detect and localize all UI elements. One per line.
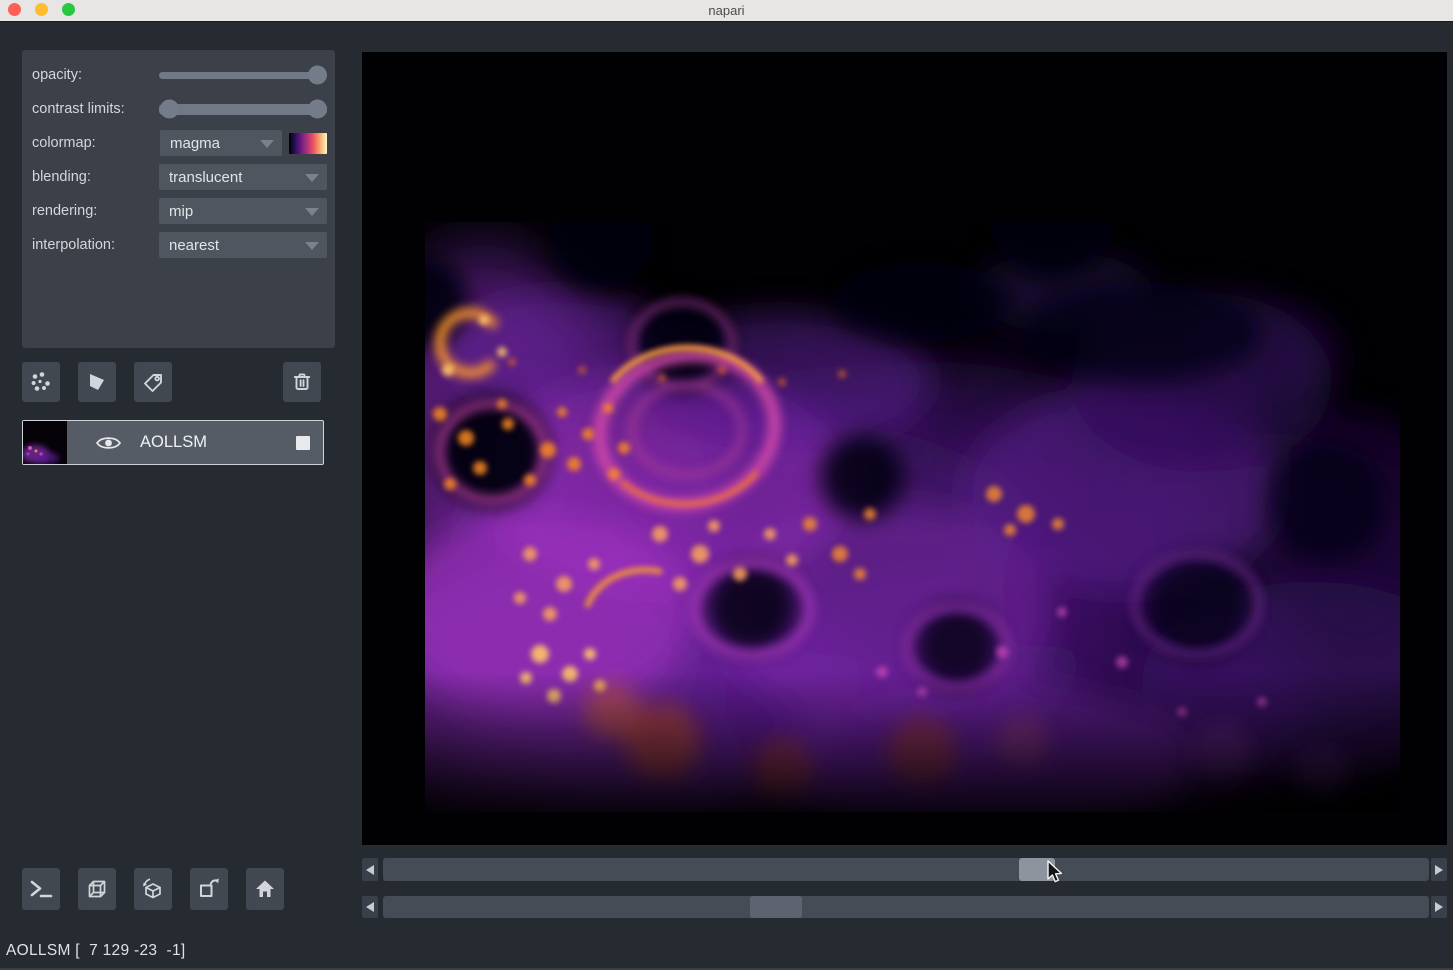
- home-icon: [253, 877, 277, 901]
- colormap-label: colormap:: [32, 135, 160, 151]
- layer-list-item-aollsm[interactable]: AOLLSM: [22, 420, 324, 465]
- rendering-dropdown[interactable]: mip: [159, 198, 327, 224]
- colormap-value: magma: [170, 135, 220, 152]
- dim1-slider-track[interactable]: [383, 896, 1429, 918]
- interpolation-label: interpolation:: [32, 237, 159, 253]
- dim1-slider-handle[interactable]: [750, 896, 802, 918]
- layer-selected-indicator[interactable]: [296, 436, 310, 450]
- new-labels-button[interactable]: [134, 362, 172, 402]
- roll-dimensions-icon: [140, 876, 166, 902]
- window-title: napari: [0, 3, 1453, 18]
- new-shapes-button[interactable]: [78, 362, 116, 402]
- home-button[interactable]: [246, 868, 284, 910]
- blending-label: blending:: [32, 169, 159, 185]
- blending-value: translucent: [169, 169, 242, 186]
- rendering-row: rendering: mip: [32, 194, 327, 228]
- colormap-dropdown[interactable]: magma: [160, 130, 282, 156]
- ndisplay-toggle-button[interactable]: [78, 868, 116, 910]
- status-bar: AOLLSM [ 7 129 -23 -1]: [6, 942, 186, 960]
- colormap-row: colormap: magma: [32, 126, 327, 160]
- ndisplay-cube-icon: [85, 877, 109, 901]
- dim0-step-right-button[interactable]: [1431, 858, 1447, 881]
- layer-name: AOLLSM: [140, 433, 296, 452]
- contrast-limits-slider[interactable]: [159, 104, 327, 115]
- console-icon: [28, 877, 54, 901]
- layer-controls-panel: opacity: contrast limits: colormap: magm…: [22, 50, 335, 348]
- roll-dimensions-button[interactable]: [134, 868, 172, 910]
- dim-slider-0: [362, 858, 1447, 881]
- dim1-step-left-button[interactable]: [362, 896, 378, 918]
- console-button[interactable]: [22, 868, 60, 910]
- blending-dropdown[interactable]: translucent: [159, 164, 327, 190]
- right-arrow-icon: [1435, 902, 1443, 912]
- eye-icon: [95, 434, 122, 452]
- mouse-cursor: [1046, 860, 1068, 891]
- left-arrow-icon: [366, 865, 374, 875]
- dim0-slider-track[interactable]: [383, 858, 1429, 881]
- layer-thumbnail: [23, 421, 67, 464]
- magma-gradient-swatch: [289, 133, 327, 154]
- chevron-down-icon: [305, 242, 319, 250]
- rendering-label: rendering:: [32, 203, 159, 219]
- left-arrow-icon: [366, 902, 374, 912]
- layer-buttons-row: [22, 362, 324, 402]
- interpolation-dropdown[interactable]: nearest: [159, 232, 327, 258]
- shapes-icon: [85, 370, 109, 394]
- opacity-slider[interactable]: [159, 72, 327, 79]
- right-arrow-icon: [1435, 865, 1443, 875]
- transpose-dimensions-button[interactable]: [190, 868, 228, 910]
- opacity-slider-handle[interactable]: [308, 66, 327, 85]
- opacity-label: opacity:: [32, 67, 159, 83]
- viewer-canvas[interactable]: [362, 52, 1447, 845]
- dim1-step-right-button[interactable]: [1431, 896, 1447, 918]
- opacity-row: opacity:: [32, 58, 327, 92]
- chevron-down-icon: [305, 208, 319, 216]
- contrast-high-handle[interactable]: [308, 100, 327, 119]
- delete-icon: [290, 370, 314, 394]
- dim-slider-1: [362, 896, 1447, 918]
- visibility-toggle[interactable]: [95, 434, 122, 452]
- chevron-down-icon: [305, 174, 319, 182]
- delete-layer-button[interactable]: [283, 362, 321, 402]
- napari-window: napari opacity: contrast limits: colorma…: [0, 0, 1453, 970]
- transpose-dimensions-icon: [196, 876, 222, 902]
- contrast-low-handle[interactable]: [160, 100, 179, 119]
- contrast-limits-label: contrast limits:: [32, 101, 159, 117]
- points-icon: [29, 370, 53, 394]
- chevron-down-icon: [260, 140, 274, 148]
- labels-icon: [141, 370, 165, 394]
- dim0-step-left-button[interactable]: [362, 858, 378, 881]
- new-points-button[interactable]: [22, 362, 60, 402]
- contrast-limits-row: contrast limits:: [32, 92, 327, 126]
- interpolation-value: nearest: [169, 237, 219, 254]
- interpolation-row: interpolation: nearest: [32, 228, 327, 262]
- blending-row: blending: translucent: [32, 160, 327, 194]
- titlebar: napari: [0, 0, 1453, 22]
- rendering-value: mip: [169, 203, 193, 220]
